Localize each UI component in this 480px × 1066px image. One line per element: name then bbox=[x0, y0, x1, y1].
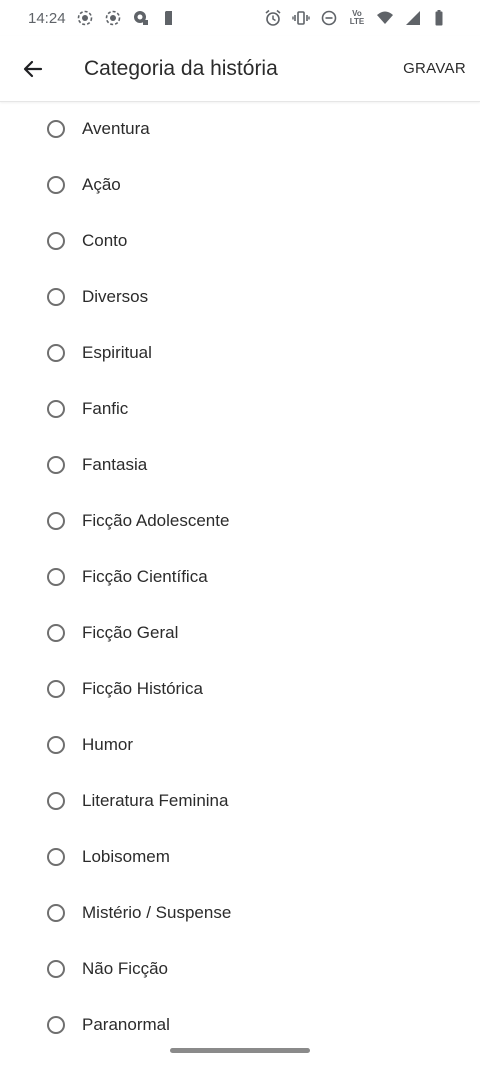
category-option[interactable]: Literatura Feminina bbox=[0, 773, 480, 829]
cast-icon bbox=[132, 9, 150, 27]
alarm-icon bbox=[264, 9, 282, 27]
category-option[interactable]: Paranormal bbox=[0, 997, 480, 1053]
volte-bottom-label: LTE bbox=[349, 17, 365, 26]
category-option[interactable]: Fanfic bbox=[0, 381, 480, 437]
category-label: Conto bbox=[82, 231, 128, 250]
category-label: Literatura Feminina bbox=[82, 791, 229, 810]
category-label: Ação bbox=[82, 175, 121, 194]
radio-button[interactable] bbox=[47, 344, 65, 362]
radio-button[interactable] bbox=[47, 736, 65, 754]
category-label: Ficção Adolescente bbox=[82, 511, 230, 530]
radio-button[interactable] bbox=[47, 1016, 65, 1034]
radio-button[interactable] bbox=[47, 176, 65, 194]
battery-icon bbox=[432, 9, 450, 27]
category-label: Humor bbox=[82, 735, 134, 754]
status-right: Vo LTE bbox=[264, 9, 450, 27]
screen-record-icon bbox=[76, 9, 94, 27]
category-option[interactable]: Mistério / Suspense bbox=[0, 885, 480, 941]
radio-button[interactable] bbox=[47, 400, 65, 418]
gesture-navigation-bar[interactable] bbox=[170, 1048, 310, 1053]
radio-button[interactable] bbox=[47, 456, 65, 474]
category-option[interactable]: Ficção Científica bbox=[0, 549, 480, 605]
radio-button[interactable] bbox=[47, 624, 65, 642]
category-option[interactable]: Espiritual bbox=[0, 325, 480, 381]
category-option[interactable]: Fantasia bbox=[0, 437, 480, 493]
category-label: Fanfic bbox=[82, 399, 129, 418]
category-option[interactable]: Diversos bbox=[0, 269, 480, 325]
category-option[interactable]: Não Ficção bbox=[0, 941, 480, 997]
category-label: Ficção Geral bbox=[82, 623, 179, 642]
category-label: Mistério / Suspense bbox=[82, 903, 232, 922]
category-option[interactable]: Ficção Adolescente bbox=[0, 493, 480, 549]
do-not-disturb-icon bbox=[320, 9, 338, 27]
category-option[interactable]: Conto bbox=[0, 213, 480, 269]
category-option[interactable]: Ficção Histórica bbox=[0, 661, 480, 717]
category-label: Fantasia bbox=[82, 455, 148, 474]
save-button[interactable]: GRAVAR bbox=[389, 60, 480, 77]
radio-button[interactable] bbox=[47, 792, 65, 810]
radio-button[interactable] bbox=[47, 120, 65, 138]
radio-button[interactable] bbox=[47, 568, 65, 586]
category-option[interactable]: Ficção Geral bbox=[0, 605, 480, 661]
category-list: Aventura Ação Conto Diversos Espiritual Fanfi… bbox=[0, 101, 480, 1053]
radio-button[interactable] bbox=[47, 512, 65, 530]
category-option[interactable]: Humor bbox=[0, 717, 480, 773]
cell-signal-icon bbox=[404, 9, 422, 27]
page-title: Categoria da história bbox=[84, 56, 278, 80]
screen: 14:24 Vo LTE Categoria da história GRAVA… bbox=[0, 0, 480, 1066]
status-left: 14:24 bbox=[28, 9, 178, 27]
category-label: Diversos bbox=[82, 287, 149, 306]
radio-button[interactable] bbox=[47, 848, 65, 866]
screen-record-icon bbox=[104, 9, 122, 27]
category-option[interactable]: Lobisomem bbox=[0, 829, 480, 885]
wifi-icon bbox=[376, 9, 394, 27]
volte-icon: Vo LTE bbox=[348, 9, 366, 27]
category-label: Espiritual bbox=[82, 343, 152, 362]
category-option[interactable]: Ação bbox=[0, 157, 480, 213]
radio-button[interactable] bbox=[47, 960, 65, 978]
sim-card-icon bbox=[160, 9, 178, 27]
category-label: Aventura bbox=[82, 119, 150, 138]
radio-button[interactable] bbox=[47, 680, 65, 698]
radio-button[interactable] bbox=[47, 904, 65, 922]
arrow-back-icon bbox=[21, 57, 45, 81]
back-button[interactable] bbox=[0, 36, 66, 102]
category-label: Ficção Histórica bbox=[82, 679, 203, 698]
status-time: 14:24 bbox=[28, 9, 66, 27]
category-label: Paranormal bbox=[82, 1015, 170, 1034]
vibrate-icon bbox=[292, 9, 310, 27]
radio-button[interactable] bbox=[47, 288, 65, 306]
category-label: Não Ficção bbox=[82, 959, 168, 978]
category-label: Ficção Científica bbox=[82, 567, 208, 586]
radio-button[interactable] bbox=[47, 232, 65, 250]
status-bar: 14:24 Vo LTE bbox=[0, 0, 480, 36]
category-option[interactable]: Aventura bbox=[0, 101, 480, 157]
app-bar: Categoria da história GRAVAR bbox=[0, 36, 480, 102]
category-label: Lobisomem bbox=[82, 847, 170, 866]
